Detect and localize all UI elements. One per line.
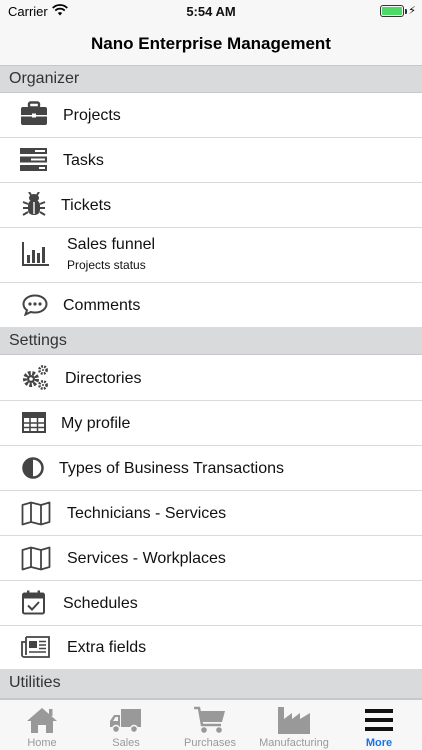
section-header-utilities: Utilities <box>0 670 422 699</box>
calendar-check-icon <box>22 590 45 615</box>
section-header-settings: Settings <box>0 328 422 355</box>
menu-item-label: Tickets <box>61 197 112 214</box>
comment-icon <box>22 294 48 316</box>
tab-manufacturing[interactable]: Manufacturing <box>252 700 336 750</box>
menu-item-business-transactions[interactable]: Types of Business Transactions <box>0 446 422 491</box>
menu-item-comments[interactable]: Comments <box>0 283 422 328</box>
menu-item-label: Tasks <box>63 152 104 169</box>
menu-icon <box>365 709 393 731</box>
tab-label: Sales <box>112 737 140 749</box>
map-icon <box>21 546 51 571</box>
menu-item-schedules[interactable]: Schedules <box>0 581 422 626</box>
menu-item-label: Schedules <box>63 595 138 612</box>
menu-item-label: Directories <box>65 370 142 387</box>
section-title: Settings <box>9 332 67 349</box>
menu-item-my-profile[interactable]: My profile <box>0 401 422 446</box>
tab-sales[interactable]: Sales <box>84 700 168 750</box>
charging-icon: ⚡ <box>408 5 416 17</box>
bug-icon <box>22 192 46 216</box>
cart-icon <box>194 706 225 733</box>
section-title: Utilities <box>9 674 61 691</box>
menu-item-label: Services - Workplaces <box>67 550 226 567</box>
home-icon <box>27 708 57 733</box>
tab-purchases[interactable]: Purchases <box>168 700 252 750</box>
menu-item-sublabel: Projects status <box>67 258 146 272</box>
menu-item-tasks[interactable]: Tasks <box>0 138 422 183</box>
navigation-bar: Nano Enterprise Management <box>0 24 422 66</box>
menu-item-label: Types of Business Transactions <box>59 460 284 477</box>
tab-label: More <box>365 737 393 749</box>
menu-item-directories[interactable]: Directories <box>0 355 422 401</box>
newspaper-icon <box>21 636 50 658</box>
truck-icon <box>110 709 141 734</box>
section-title: Organizer <box>9 70 80 87</box>
menu-item-label: Projects <box>63 107 121 124</box>
tasks-icon <box>20 148 47 171</box>
factory-icon <box>278 707 310 734</box>
page-title: Nano Enterprise Management <box>91 34 331 53</box>
map-icon <box>21 501 51 526</box>
tab-more[interactable]: More <box>336 700 422 750</box>
half-circle-icon <box>22 457 44 479</box>
tab-label: Home <box>27 737 57 749</box>
menu-item-tickets[interactable]: Tickets <box>0 183 422 228</box>
section-header-organizer: Organizer <box>0 66 422 93</box>
menu-item-label: My profile <box>61 415 131 432</box>
briefcase-icon <box>21 101 47 125</box>
status-bar: Carrier 5:54 AM ⚡ <box>0 0 422 24</box>
gears-icon <box>23 365 48 390</box>
menu-item-extra-fields[interactable]: Extra fields <box>0 626 422 670</box>
menu-item-label: Technicians - Services <box>67 505 227 522</box>
menu-item-label: Sales funnel <box>67 236 156 253</box>
battery-icon <box>380 5 407 17</box>
menu-item-technicians-services[interactable]: Technicians - Services <box>0 491 422 536</box>
tab-bar: Home Sales Purchases Manufacturing More <box>0 699 422 750</box>
tab-home[interactable]: Home <box>0 700 84 750</box>
tab-label: Purchases <box>184 737 236 749</box>
menu-item-services-workplaces[interactable]: Services - Workplaces <box>0 536 422 581</box>
table-icon <box>22 412 46 433</box>
tab-label: Manufacturing <box>259 737 329 749</box>
clock: 5:54 AM <box>186 4 236 19</box>
menu-item-label: Comments <box>63 297 141 314</box>
menu-item-sales-funnel[interactable]: Sales funnel Projects status <box>0 228 422 283</box>
bar-chart-icon <box>22 242 49 266</box>
menu-item-label: Extra fields <box>67 639 147 656</box>
menu-item-projects[interactable]: Projects <box>0 93 422 138</box>
